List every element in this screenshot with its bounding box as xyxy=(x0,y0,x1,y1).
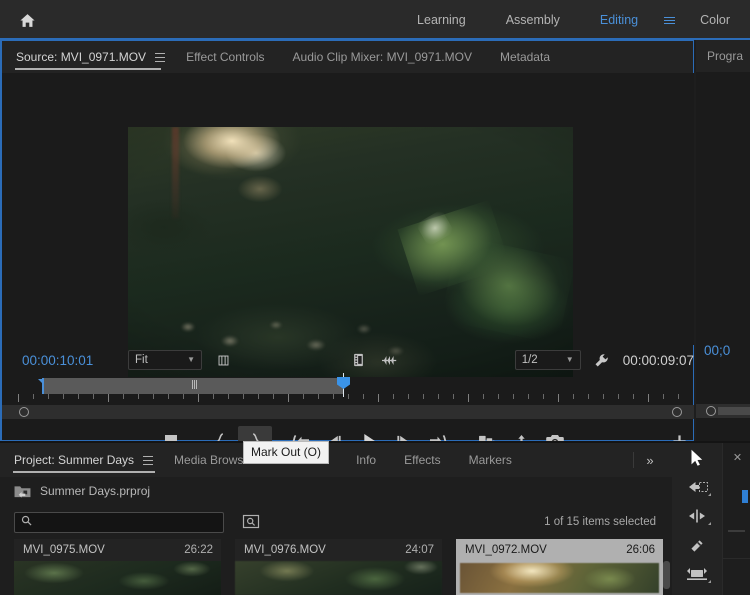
tabbar-divider xyxy=(633,452,634,468)
tab-active-underline xyxy=(15,68,161,70)
source-panel-tabbar: Source: MVI_0971.MOV Effect Controls Aud… xyxy=(2,41,693,73)
zoom-level-value: Fit xyxy=(135,354,148,366)
source-scrubber[interactable] xyxy=(2,375,694,419)
tab-active-underline xyxy=(13,471,155,473)
playback-resolution-value: 1/2 xyxy=(522,354,538,366)
slip-tool[interactable] xyxy=(672,559,722,588)
media-item-duration: 24:07 xyxy=(405,544,434,556)
right-edge-panel: ✕ xyxy=(722,443,750,595)
tools-panel xyxy=(672,443,722,595)
source-timecode-row: 00:00:10:01 Fit ▼ xyxy=(2,345,694,375)
select-zoom-level-icon[interactable] xyxy=(212,349,234,371)
playback-resolution-select[interactable]: 1/2 ▼ xyxy=(515,350,581,370)
panel-vertical-divider[interactable] xyxy=(722,443,723,595)
workspace-color[interactable]: Color xyxy=(680,0,750,40)
drag-video-only-icon[interactable] xyxy=(347,349,369,371)
program-scrubber-fill xyxy=(718,407,750,415)
right-panel-divider-line xyxy=(728,530,745,532)
source-video-frame[interactable] xyxy=(128,127,573,377)
tool-flyout-indicator xyxy=(708,493,711,496)
right-panel-section-divider xyxy=(722,558,750,559)
program-playhead-timecode[interactable]: 00;0 xyxy=(704,343,730,358)
media-item[interactable]: MVI_0976.MOV 24:07 xyxy=(235,539,442,595)
search-input[interactable] xyxy=(37,516,207,528)
program-monitor-panel: Progra 00;0 xyxy=(696,40,750,441)
video-vignette xyxy=(128,127,573,377)
tool-flyout-indicator xyxy=(708,580,711,583)
scrubber-tick-marks xyxy=(18,394,678,403)
project-file-row[interactable]: Summer Days.prproj xyxy=(0,477,672,505)
razor-tool[interactable] xyxy=(672,530,722,559)
tab-project[interactable]: Project: Summer Days xyxy=(0,443,160,477)
duration-timecode[interactable]: 00:00:09:07 xyxy=(623,353,694,368)
selection-tool[interactable] xyxy=(672,443,722,472)
tab-program[interactable]: Progra xyxy=(696,40,750,72)
workspace-editing[interactable]: Editing xyxy=(580,0,658,40)
media-item-name: MVI_0972.MOV xyxy=(465,544,547,556)
media-item[interactable]: MVI_0972.MOV 26:06 xyxy=(456,539,663,595)
workspace-topbar: Learning Assembly Editing Color xyxy=(0,0,750,40)
playhead-timecode[interactable]: 00:00:10:01 xyxy=(22,353,118,368)
track-select-forward-tool[interactable] xyxy=(672,472,722,501)
tab-markers[interactable]: Markers xyxy=(455,444,526,476)
media-item-header: MVI_0975.MOV 26:22 xyxy=(14,539,221,561)
tooltip: Mark Out (O) xyxy=(243,441,329,464)
close-icon[interactable]: ✕ xyxy=(732,453,743,464)
project-folder-icon xyxy=(14,484,31,499)
media-item-thumbnail[interactable] xyxy=(14,561,221,595)
tab-audio-clip-mixer[interactable]: Audio Clip Mixer: MVI_0971.MOV xyxy=(279,41,486,73)
scrubber-zoom-bar[interactable] xyxy=(2,405,694,419)
items-selected-status: 1 of 15 items selected xyxy=(544,516,656,528)
scrubber-zoom-handle-left[interactable] xyxy=(19,407,29,417)
chevron-down-icon: ▼ xyxy=(187,356,195,364)
search-input-wrapper[interactable] xyxy=(14,512,224,533)
media-item[interactable]: MVI_0975.MOV 26:22 xyxy=(14,539,221,595)
premiere-pro-window: Learning Assembly Editing Color Source: … xyxy=(0,0,750,595)
program-scrubber-zoom-handle-left[interactable] xyxy=(706,406,716,416)
right-panel-accent-mark xyxy=(742,490,748,503)
tab-effect-controls[interactable]: Effect Controls xyxy=(172,41,278,73)
tab-info[interactable]: Info xyxy=(342,444,390,476)
tab-effects[interactable]: Effects xyxy=(390,444,454,476)
scrubber-track[interactable] xyxy=(18,378,678,394)
search-icon xyxy=(21,513,32,531)
media-item-name: MVI_0975.MOV xyxy=(23,544,105,556)
project-panel-tabbar: Project: Summer Days Media Browser Libra… xyxy=(0,443,672,477)
media-list-scrollbar[interactable] xyxy=(663,561,670,589)
chevron-down-icon: ▼ xyxy=(566,356,574,364)
media-item-name: MVI_0976.MOV xyxy=(244,544,326,556)
home-icon[interactable] xyxy=(0,0,54,40)
tab-metadata[interactable]: Metadata xyxy=(486,41,564,73)
settings-wrench-icon[interactable] xyxy=(591,349,613,371)
program-panel-tabbar: Progra xyxy=(696,40,750,72)
media-item-thumbnail[interactable] xyxy=(460,563,659,593)
project-search-row: 1 of 15 items selected xyxy=(0,505,672,539)
media-item-thumbnail[interactable] xyxy=(235,561,442,595)
media-item-header: MVI_0972.MOV 26:06 xyxy=(456,539,663,561)
tab-source[interactable]: Source: MVI_0971.MOV xyxy=(2,41,172,73)
source-monitor-panel: Source: MVI_0971.MOV Effect Controls Aud… xyxy=(0,40,694,441)
media-item-duration: 26:06 xyxy=(626,544,655,556)
find-in-project-icon[interactable] xyxy=(242,513,260,531)
clip-marker[interactable] xyxy=(192,380,197,389)
workspace-menu-icon[interactable] xyxy=(658,0,680,40)
media-item-header: MVI_0976.MOV 24:07 xyxy=(235,539,442,561)
zoom-level-select[interactable]: Fit ▼ xyxy=(128,350,202,370)
workspace-assembly[interactable]: Assembly xyxy=(486,0,580,40)
project-file-name: Summer Days.prproj xyxy=(40,484,150,498)
media-item-duration: 26:22 xyxy=(184,544,213,556)
source-video-area[interactable] xyxy=(2,73,694,345)
mark-in-handle[interactable] xyxy=(42,378,44,394)
chevron-double-right-icon[interactable]: » xyxy=(636,443,664,477)
project-panel: Project: Summer Days Media Browser Libra… xyxy=(0,443,672,595)
workspace-learning[interactable]: Learning xyxy=(397,0,486,40)
ripple-edit-tool[interactable] xyxy=(672,501,722,530)
project-media-list: MVI_0975.MOV 26:22 MVI_0976.MOV 24:07 MV… xyxy=(0,539,672,595)
scrubber-zoom-handle-right[interactable] xyxy=(672,407,682,417)
tool-flyout-indicator xyxy=(708,522,711,525)
drag-audio-only-icon[interactable] xyxy=(379,349,401,371)
